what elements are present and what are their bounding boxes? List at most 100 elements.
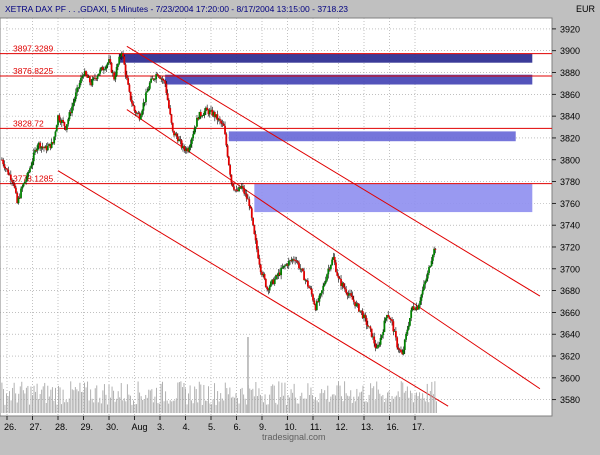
candle-up [347,294,350,296]
candle-up [329,264,332,270]
candle-down [229,165,232,175]
candle-down [345,289,348,293]
candle-down [9,174,12,181]
candle-up [421,290,424,295]
candle-down [7,169,10,175]
y-tick-label: 3720 [560,242,580,252]
candle-down [13,183,16,188]
candle-up [384,318,387,321]
candle-up [379,337,382,345]
candle-down [257,249,260,259]
candle-down [258,258,261,265]
candle-down [394,331,397,338]
candle-up [31,161,34,166]
candle-up [78,83,81,88]
candle-down [358,303,360,312]
x-tick-label: 26. [4,422,17,432]
candle-down [241,186,244,188]
candle-down [94,77,96,79]
candle-down [350,293,353,296]
candle-up [73,98,76,103]
candle-up [281,267,284,269]
candle-down [254,234,257,241]
candle-down [134,110,137,114]
candle-up [139,115,142,120]
candle-up [378,344,381,346]
candle-up [424,281,427,285]
candle-up [417,304,420,310]
candle-up [382,331,385,336]
y-tick-label: 3640 [560,330,580,340]
candle-up [270,281,272,287]
candle-up [30,165,33,169]
candle-down [247,198,249,200]
candle-up [331,259,334,265]
y-tick-label: 3880 [560,68,580,78]
candle-down [253,225,256,235]
candle-down [308,286,311,288]
candle-down [159,76,161,79]
candle-down [110,62,113,73]
candle-up [406,329,409,334]
candle-down [129,91,132,101]
candle-up [318,295,321,302]
candle-down [175,133,178,137]
level-label: 3897.3289 [13,44,53,54]
x-tick-label: Aug [132,422,148,432]
candle-down [88,76,91,83]
candle-down [11,180,13,182]
candle-up [36,145,39,151]
y-tick-label: 3860 [560,90,580,100]
candle-up [148,82,151,89]
candle-up [27,172,30,174]
candle-up [96,75,99,79]
candle-down [230,174,233,183]
candle-down [369,326,372,329]
candle-down [164,80,166,84]
candle-down [264,278,267,287]
candle-down [3,164,6,168]
candle-up [273,279,276,284]
candle-up [429,266,432,268]
candle-up [189,143,192,148]
chart-canvas: XETRA DAX PF . . ,GDAXI, 5 Minutes - 7/2… [0,0,600,450]
x-tick-label: 9. [259,422,267,432]
x-tick-label: 29. [81,422,94,432]
candle-down [125,74,128,79]
candle-up [323,283,326,286]
candle-up [20,188,22,198]
candle-down [364,314,367,318]
y-tick-label: 3760 [560,199,580,209]
candle-down [301,268,304,272]
candle-down [305,279,308,281]
candle-up [322,285,325,291]
candle-up [118,56,121,64]
x-tick-label: 27. [30,422,43,432]
candle-up [143,101,146,103]
chart-title: XETRA DAX PF . . ,GDAXI, 5 Minutes - 7/2… [5,4,348,14]
candle-down [338,278,341,280]
candle-up [208,110,211,115]
candle-down [400,349,402,353]
candle-down [351,295,354,300]
candle-up [74,92,77,99]
candle-down [122,53,124,57]
candle-up [53,136,56,144]
candle-down [434,248,437,250]
level-label: 3876.8225 [13,66,53,76]
currency-label: EUR [576,4,596,14]
candle-down [337,275,340,279]
candle-down [243,187,246,194]
candle-up [431,254,434,261]
candle-up [46,145,49,151]
candle-up [54,131,57,137]
y-tick-label: 3820 [560,133,580,143]
y-tick-label: 3780 [560,177,580,187]
candle-up [23,181,26,184]
candle-up [188,147,191,152]
x-tick-label: 6. [234,422,242,432]
candle-down [220,120,223,124]
candle-down [124,64,127,75]
candle-down [312,294,314,301]
x-tick-label: 11. [310,422,322,432]
